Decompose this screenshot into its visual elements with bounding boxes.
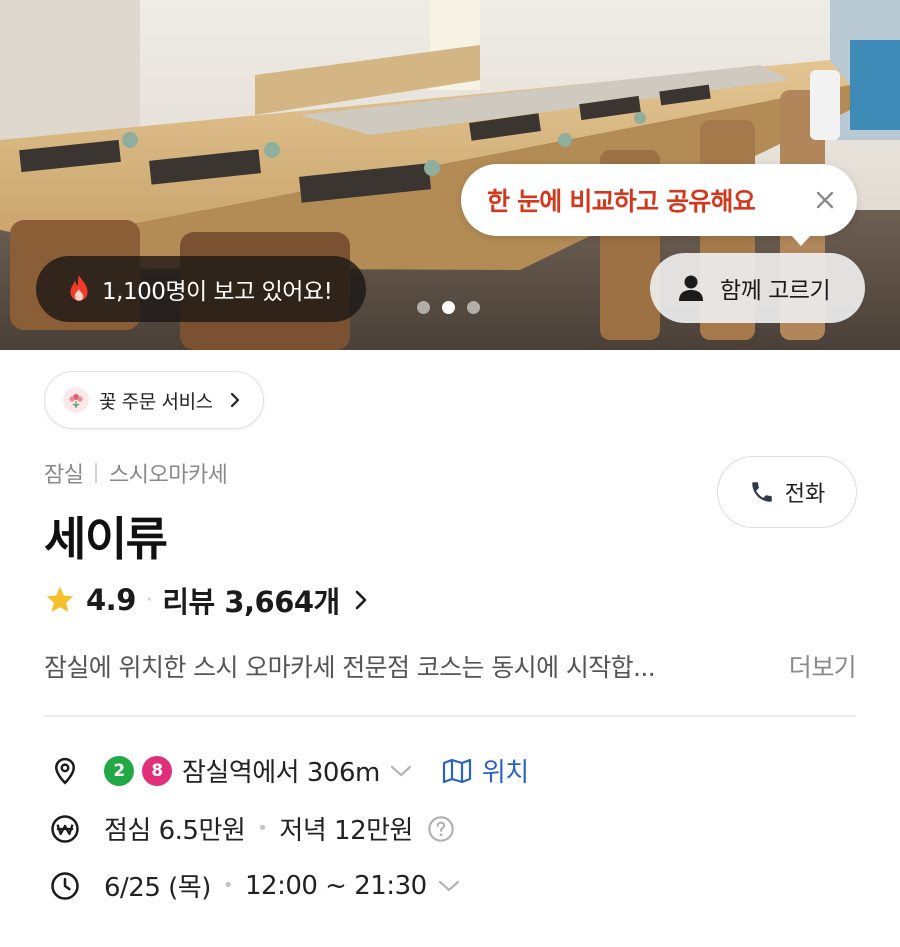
map-link[interactable]: 위치 bbox=[442, 752, 529, 789]
reviews-label: 리뷰 3,664개 bbox=[162, 585, 340, 619]
rating-value: 4.9 bbox=[86, 583, 136, 617]
help-icon[interactable] bbox=[427, 815, 455, 843]
subway-line-2-badge: 2 bbox=[104, 755, 134, 786]
area-label[interactable]: 잠실 bbox=[44, 457, 84, 489]
call-button[interactable]: 전화 bbox=[717, 456, 857, 528]
map-icon bbox=[442, 758, 471, 783]
chevron-down-icon[interactable] bbox=[437, 879, 461, 893]
chevron-right-icon bbox=[355, 590, 367, 610]
phone-icon bbox=[752, 482, 772, 502]
close-icon[interactable] bbox=[813, 188, 837, 212]
won-coin-icon bbox=[51, 814, 79, 843]
tooltip-text: 한 눈에 비교하고 공유해요 bbox=[487, 187, 756, 216]
chevron-right-icon bbox=[230, 392, 239, 408]
date-text: 6/25 (목) bbox=[104, 873, 211, 903]
dot-separator: · bbox=[145, 587, 153, 613]
flame-icon bbox=[70, 275, 88, 301]
carousel-dot-active[interactable] bbox=[442, 301, 455, 314]
location-row: 2 8 잠실역에서 306m 위치 bbox=[50, 752, 529, 789]
carousel-dot[interactable] bbox=[417, 301, 430, 314]
choose-together-label: 함께 고르기 bbox=[720, 278, 831, 304]
star-icon bbox=[46, 586, 74, 612]
chevron-down-icon[interactable] bbox=[390, 764, 412, 778]
call-label: 전화 bbox=[784, 482, 826, 507]
choose-together-button[interactable]: 함께 고르기 bbox=[650, 253, 865, 323]
hero-image-carousel[interactable]: 1,100명이 보고 있어요! 한 눈에 비교하고 공유해요 함께 고르기 bbox=[0, 0, 900, 350]
price-row: 점심 6.5만원 • 저녁 12만원 bbox=[50, 810, 455, 847]
viewers-badge: 1,100명이 보고 있어요! bbox=[36, 256, 366, 322]
section-divider bbox=[44, 715, 856, 717]
description-text: 잠실에 위치한 스시 오마카세 전문점 코스는 동시에 시작합... bbox=[44, 653, 656, 682]
dot-separator: • bbox=[222, 875, 234, 896]
more-button[interactable]: 더보기 bbox=[789, 648, 857, 684]
location-pin-icon bbox=[54, 757, 76, 785]
store-description: 잠실에 위치한 스시 오마카세 전문점 코스는 동시에 시작합... 더보기 bbox=[44, 648, 857, 684]
clock-icon bbox=[51, 871, 79, 900]
lunch-price: 점심 6.5만원 bbox=[104, 816, 246, 846]
flower-icon bbox=[63, 387, 89, 413]
breadcrumb: 잠실 스시오마카세 bbox=[44, 457, 228, 489]
map-label: 위치 bbox=[481, 758, 529, 788]
distance-text: 잠실역에서 306m bbox=[182, 758, 380, 788]
carousel-dot[interactable] bbox=[467, 301, 480, 314]
dot-separator: • bbox=[257, 818, 268, 839]
category-label[interactable]: 스시오마카세 bbox=[109, 457, 228, 489]
dinner-price: 저녁 12만원 bbox=[279, 816, 413, 846]
divider bbox=[95, 463, 97, 483]
tooltip-tail bbox=[791, 235, 811, 246]
carousel-indicator bbox=[417, 301, 480, 314]
hours-text: 12:00 ~ 21:30 bbox=[244, 870, 427, 901]
person-icon bbox=[679, 275, 703, 301]
compare-share-tooltip: 한 눈에 비교하고 공유해요 bbox=[461, 164, 857, 246]
flower-chip-label: 꽃 주문 서비스 bbox=[99, 390, 213, 413]
rating-row: 4.9 · 리뷰 3,664개 bbox=[44, 579, 368, 621]
flower-order-service-chip[interactable]: 꽃 주문 서비스 bbox=[44, 371, 264, 429]
hours-row: 6/25 (목) • 12:00 ~ 21:30 bbox=[50, 867, 461, 904]
reviews-link[interactable]: 리뷰 3,664개 bbox=[162, 579, 367, 621]
store-name: 세이류 bbox=[44, 512, 168, 566]
viewers-text: 1,100명이 보고 있어요! bbox=[102, 279, 333, 305]
subway-line-8-badge: 8 bbox=[142, 755, 172, 786]
